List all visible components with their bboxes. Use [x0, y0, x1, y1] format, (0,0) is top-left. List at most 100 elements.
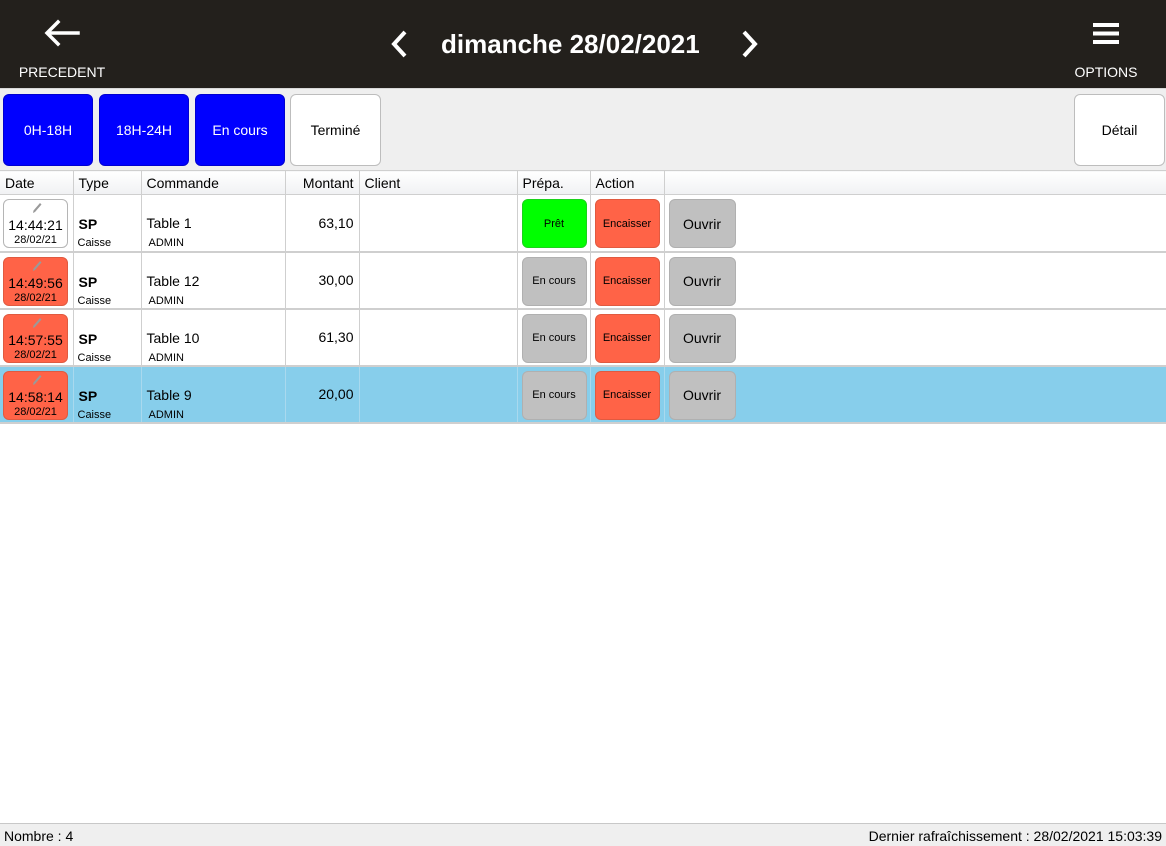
- order-type: SP: [78, 216, 98, 232]
- pencil-icon: [33, 374, 42, 385]
- type-cell: SP Caisse: [73, 308, 142, 367]
- order-name: Table 12: [146, 272, 200, 289]
- order-type: SP: [78, 330, 98, 347]
- order-name: Table 10: [146, 329, 200, 346]
- prep-status-button[interactable]: En cours: [521, 313, 587, 363]
- prep-status-button[interactable]: En cours: [521, 256, 587, 306]
- date-cell: 14:49:56 28/02/21: [0, 251, 74, 310]
- open-cell: Ouvrir: [664, 251, 1166, 310]
- prep-status-button[interactable]: Prêt: [521, 199, 587, 248]
- type-cell: SP Caisse: [73, 251, 142, 310]
- top-bar: PRECEDENT dimanche 28/02/2021 OPTIONS: [0, 0, 1166, 88]
- ouvrir-button[interactable]: Ouvrir: [668, 199, 736, 248]
- order-type: SP: [78, 387, 98, 404]
- order-time: 14:49:56: [8, 274, 63, 291]
- filter-en-cours-button[interactable]: En cours: [195, 94, 285, 166]
- next-day-button[interactable]: [734, 22, 764, 66]
- order-user: ADMIN: [148, 237, 184, 249]
- pencil-icon: [33, 317, 42, 328]
- order-client: [359, 365, 518, 424]
- type-cell: SP Caisse: [73, 194, 142, 253]
- order-name: Table 1: [146, 215, 192, 231]
- last-refresh: Dernier rafraîchissement : 28/02/2021 15…: [868, 828, 1162, 844]
- encaisser-button[interactable]: Encaisser: [594, 313, 660, 363]
- order-client: [359, 308, 518, 367]
- filter-0h-18h-button[interactable]: 0H-18H: [3, 94, 93, 166]
- order-type-source: Caisse: [77, 237, 112, 249]
- order-date: 28/02/21: [14, 291, 57, 304]
- detail-button[interactable]: Détail: [1074, 94, 1165, 166]
- table-row[interactable]: 14:58:14 28/02/21 SP Caisse Table 9 ADMI…: [0, 365, 1166, 424]
- ouvrir-button[interactable]: Ouvrir: [668, 313, 736, 363]
- table-row[interactable]: 14:44:21 28/02/21 SP Caisse Table 1 ADMI…: [0, 194, 1166, 253]
- pencil-icon: [33, 260, 42, 271]
- encaisser-button[interactable]: Encaisser: [594, 199, 660, 248]
- order-amount: 61,30: [285, 308, 360, 367]
- open-cell: Ouvrir: [664, 365, 1166, 424]
- order-time: 14:57:55: [8, 331, 63, 348]
- order-cell: Table 10 ADMIN: [141, 308, 286, 367]
- column-header-client[interactable]: Client: [359, 170, 518, 195]
- type-cell: SP Caisse: [73, 365, 142, 424]
- column-header-date[interactable]: Date: [0, 170, 74, 195]
- order-type-source: Caisse: [77, 294, 112, 307]
- action-cell: Encaisser: [590, 251, 665, 310]
- ouvrir-button[interactable]: Ouvrir: [668, 370, 736, 420]
- edit-time-button[interactable]: 14:58:14 28/02/21: [3, 370, 68, 420]
- column-header-type[interactable]: Type: [73, 170, 142, 195]
- order-date: 28/02/21: [14, 405, 57, 418]
- order-amount: 30,00: [285, 251, 360, 310]
- order-type-source: Caisse: [77, 351, 112, 364]
- edit-time-button[interactable]: 14:49:56 28/02/21: [3, 256, 68, 306]
- date-cell: 14:44:21 28/02/21: [0, 194, 74, 253]
- column-header-prepa[interactable]: Prépa.: [517, 170, 591, 195]
- table-header-row: Date Type Commande Montant Client Prépa.…: [0, 170, 1166, 195]
- status-bar: Nombre : 4 Dernier rafraîchissement : 28…: [0, 823, 1166, 846]
- column-header-commande[interactable]: Commande: [141, 170, 286, 195]
- order-cell: Table 9 ADMIN: [141, 365, 286, 424]
- orders-table: Date Type Commande Montant Client Prépa.…: [0, 170, 1166, 424]
- order-time: 14:44:21: [8, 217, 63, 233]
- back-button[interactable]: PRECEDENT: [10, 0, 114, 88]
- date-title: dimanche 28/02/2021: [441, 28, 700, 59]
- column-header-montant[interactable]: Montant: [285, 170, 360, 195]
- back-label: PRECEDENT: [18, 64, 106, 80]
- order-cell: Table 12 ADMIN: [141, 251, 286, 310]
- order-user: ADMIN: [148, 294, 184, 307]
- order-cell: Table 1 ADMIN: [141, 194, 286, 253]
- filter-18h-24h-button[interactable]: 18H-24H: [99, 94, 189, 166]
- open-cell: Ouvrir: [664, 194, 1166, 253]
- date-navigator: dimanche 28/02/2021: [385, 22, 764, 66]
- prep-cell: En cours: [517, 365, 591, 424]
- filter-termine-button[interactable]: Terminé: [290, 94, 381, 166]
- prep-cell: Prêt: [517, 194, 591, 253]
- table-row[interactable]: 14:57:55 28/02/21 SP Caisse Table 10 ADM…: [0, 308, 1166, 367]
- options-button[interactable]: OPTIONS: [1062, 0, 1150, 88]
- edit-time-button[interactable]: 14:44:21 28/02/21: [3, 199, 68, 248]
- prep-status-button[interactable]: En cours: [521, 370, 587, 420]
- chevron-right-icon: [742, 30, 758, 58]
- previous-day-button[interactable]: [385, 22, 415, 66]
- arrow-left-icon: [44, 19, 80, 47]
- column-header-action[interactable]: Action: [590, 170, 665, 195]
- order-type-source: Caisse: [77, 408, 112, 421]
- ouvrir-button[interactable]: Ouvrir: [668, 256, 736, 306]
- chevron-left-icon: [391, 30, 407, 58]
- date-cell: 14:57:55 28/02/21: [0, 308, 74, 367]
- order-amount: 63,10: [285, 194, 360, 253]
- order-user: ADMIN: [148, 351, 184, 364]
- prep-cell: En cours: [517, 251, 591, 310]
- table-row[interactable]: 14:49:56 28/02/21 SP Caisse Table 12 ADM…: [0, 251, 1166, 310]
- edit-time-button[interactable]: 14:57:55 28/02/21: [3, 313, 68, 363]
- encaisser-button[interactable]: Encaisser: [594, 256, 660, 306]
- hamburger-menu-icon: [1093, 23, 1119, 44]
- order-date: 28/02/21: [14, 348, 57, 361]
- order-count: Nombre : 4: [4, 828, 74, 844]
- action-cell: Encaisser: [590, 194, 665, 253]
- encaisser-button[interactable]: Encaisser: [594, 370, 660, 420]
- action-cell: Encaisser: [590, 308, 665, 367]
- order-time: 14:58:14: [8, 388, 63, 405]
- order-amount: 20,00: [285, 365, 360, 424]
- order-client: [359, 194, 518, 253]
- action-cell: Encaisser: [590, 365, 665, 424]
